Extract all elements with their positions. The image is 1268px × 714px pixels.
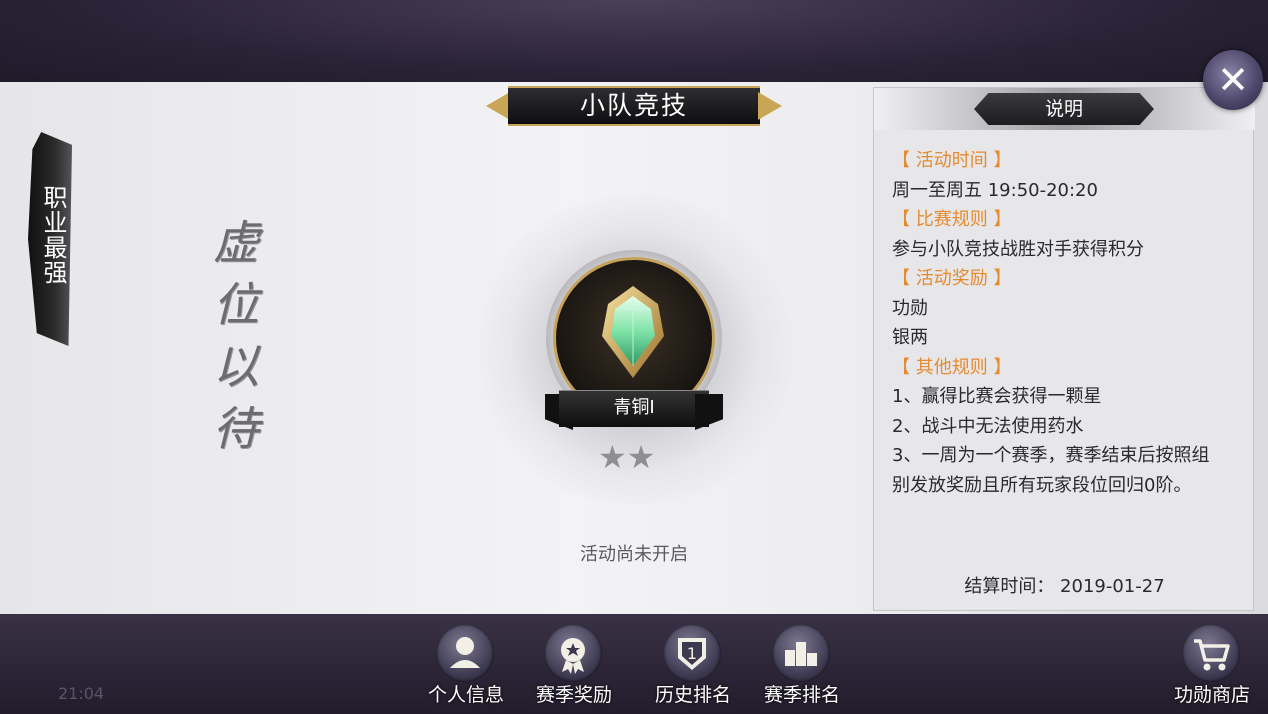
rank-name: 青铜I [613,397,655,418]
section-line: 功勋 [892,297,928,319]
section-heading: 【 活动奖励 】 [892,268,1012,289]
rules-panel: 说明 【 活动时间 】 周一至周五 19:50-20:20 【 比赛规则 】 参… [873,87,1255,611]
banner-right-tip [758,92,782,120]
nav-label[interactable]: 个人信息 [416,680,516,707]
close-button[interactable]: ✕ [1203,50,1263,110]
section-line: 别发放奖励且所有玩家段位回归0阶。 [892,474,1192,496]
vacant-slot-calligraphy: 虚位以待 [206,218,260,466]
nav-history-rank-button[interactable]: 1 历史排名 [643,624,743,710]
title-banner: 小队竞技 [486,86,782,126]
section-line: 1、赢得比赛会获得一颗星 [892,386,1102,407]
settlement-time: 结算时间： 2019-01-27 [964,576,1165,597]
person-icon[interactable] [436,624,494,682]
merit-shop-button[interactable]: 功勋商店 [1162,624,1262,710]
nav-season-rank-button[interactable]: 赛季排名 [752,624,852,710]
rules-body: 【 活动时间 】 周一至周五 19:50-20:20 【 比赛规则 】 参与小队… [892,146,1248,500]
star-icon: ★ [598,438,627,476]
nav-label[interactable]: 历史排名 [643,680,743,707]
top-background [0,0,1268,84]
medal-icon[interactable] [544,624,602,682]
rank-stars: ★★ [598,440,670,474]
section-heading: 【 活动时间 】 [892,150,1012,171]
rules-title: 说明 [1044,98,1083,120]
section-heading: 【 其他规则 】 [892,356,1012,378]
rules-header: 说明 [874,88,1255,130]
close-icon[interactable]: ✕ [1203,50,1263,110]
section-line: 2、战斗中无法使用药水 [892,415,1084,437]
nav-label[interactable]: 赛季排名 [752,680,852,707]
section-line: 周一至周五 19:50-20:20 [892,179,1098,201]
activity-status: 活动尚未开启 [580,544,688,565]
svg-text:1: 1 [687,644,697,663]
nav-label[interactable]: 功勋商店 [1162,680,1262,707]
page-title: 小队竞技 [579,91,688,120]
rank-plate: 青铜I [545,390,723,430]
podium-icon[interactable] [772,624,830,682]
clock-text: 21:04 [58,684,105,703]
section-heading: 【 比赛规则 】 [892,209,1012,230]
section-line: 银两 [892,327,928,348]
section-line: 3、一周为一个赛季，赛季结束后按照组 [892,445,1210,466]
nav-label[interactable]: 赛季奖励 [524,680,624,707]
bottom-background [0,612,1268,714]
banner-left-tip [486,92,510,120]
section-line: 参与小队竞技战胜对手获得积分 [892,238,1144,260]
nav-personal-info-button[interactable]: 个人信息 [416,624,516,710]
nav-season-rewards-button[interactable]: 赛季奖励 [524,624,624,710]
star-icon: ★ [626,438,656,476]
side-tab-label[interactable]: 职业最强 [34,185,67,285]
rank-badge-icon[interactable]: 1 [663,624,721,682]
cart-icon[interactable] [1182,624,1240,682]
crystal-gem-icon [602,286,664,378]
